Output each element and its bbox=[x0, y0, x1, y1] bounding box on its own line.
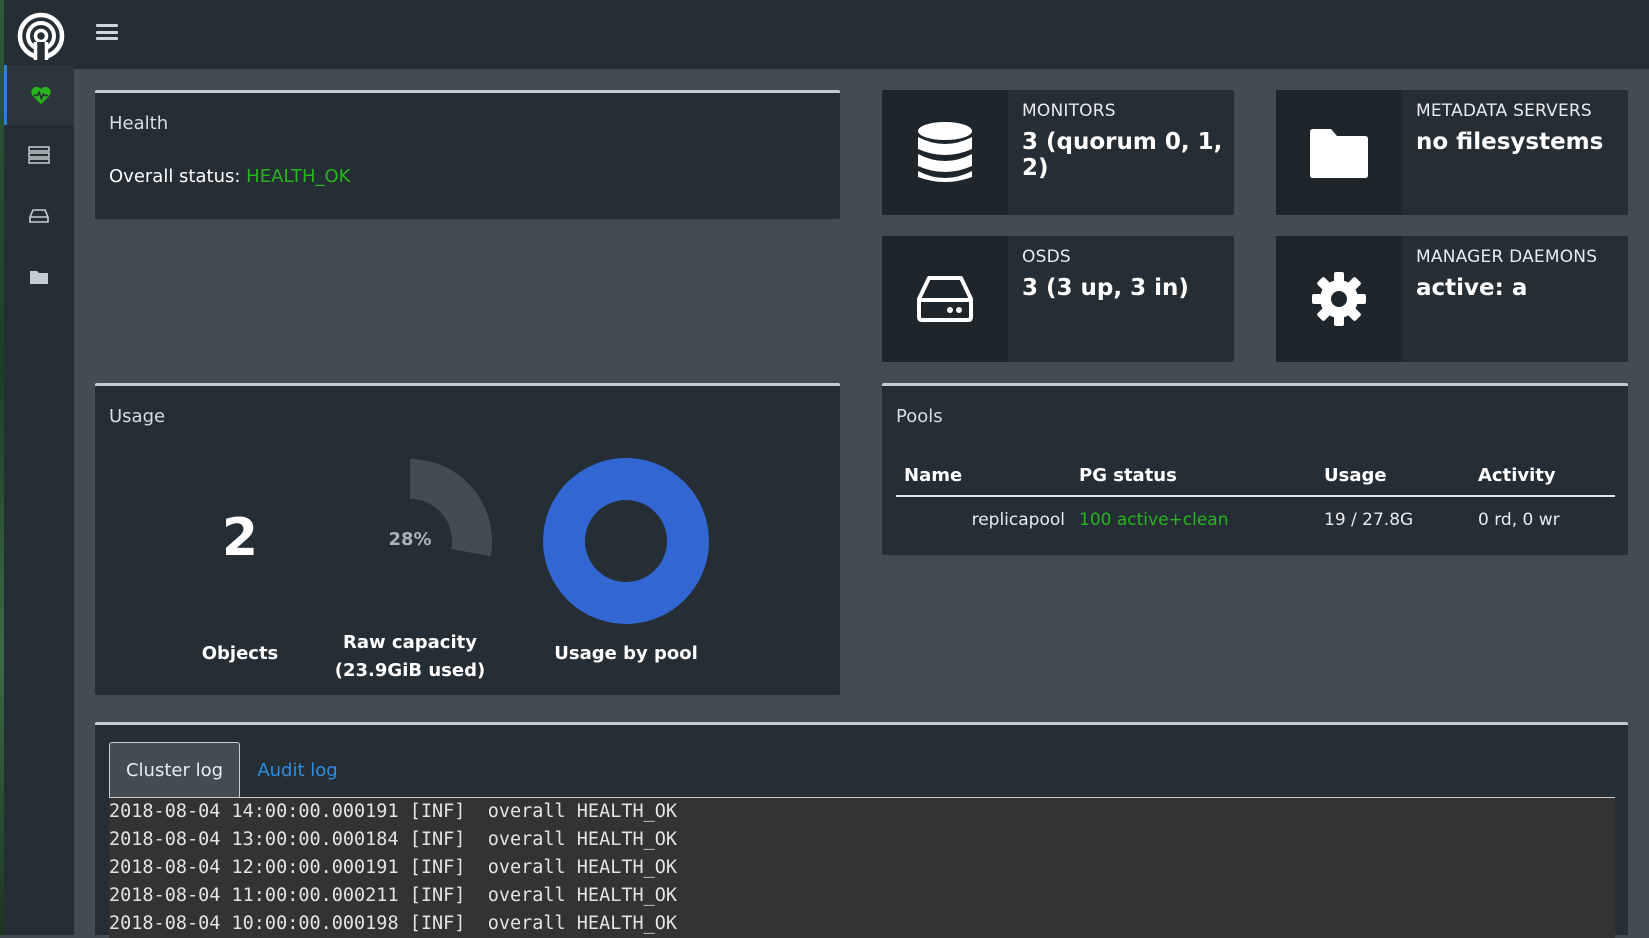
pools-table: Name PG status Usage Activity replicapoo… bbox=[896, 456, 1615, 542]
raw-capacity-label-line2: (23.9GiB used) bbox=[334, 660, 486, 681]
gear-icon bbox=[1312, 272, 1366, 326]
manager-daemons-card[interactable]: MANAGER DAEMONS active: a bbox=[1276, 236, 1628, 362]
column-header[interactable]: PG status bbox=[1079, 456, 1324, 496]
column-header[interactable]: Activity bbox=[1478, 456, 1615, 496]
usage-by-pool-label: Usage by pool bbox=[554, 643, 698, 664]
monitors-icon-box bbox=[882, 90, 1008, 215]
pools-panel: Pools Name PG status Usage Activity repl… bbox=[882, 383, 1628, 555]
pools-header-row: Name PG status Usage Activity bbox=[896, 456, 1615, 496]
panel-title: Pools bbox=[896, 406, 943, 427]
usage-by-pool-donut bbox=[543, 458, 709, 624]
log-line: 2018-08-04 12:00:00.000191 [INF] overall… bbox=[109, 857, 678, 878]
hdd-icon bbox=[917, 276, 973, 322]
managers-value: active: a bbox=[1416, 275, 1528, 301]
log-line: 2018-08-04 11:00:00.000211 [INF] overall… bbox=[109, 885, 678, 906]
column-header[interactable]: Name bbox=[896, 456, 1079, 496]
logs-panel: Cluster log Audit log 2018-08-04 14:00:0… bbox=[95, 722, 1628, 938]
tab-audit-log[interactable]: Audit log bbox=[245, 742, 350, 798]
metadata-servers-card[interactable]: METADATA SERVERS no filesystems bbox=[1276, 90, 1628, 215]
panel-title: Usage bbox=[109, 406, 166, 427]
column-header[interactable]: Usage bbox=[1324, 456, 1478, 496]
monitors-label: MONITORS bbox=[1022, 101, 1116, 121]
metadata-icon-box bbox=[1276, 90, 1402, 215]
sidebar-item-hosts[interactable] bbox=[4, 125, 74, 185]
sidebar-item-health[interactable] bbox=[4, 65, 74, 125]
hamburger-icon[interactable] bbox=[96, 24, 118, 44]
pool-slice-replicapool bbox=[543, 458, 709, 624]
server-icon bbox=[28, 146, 50, 164]
panel-title: Health bbox=[109, 113, 169, 134]
tab-cluster-log[interactable]: Cluster log bbox=[109, 742, 240, 798]
table-row[interactable]: replicapool 100 active+clean 19 / 27.8G … bbox=[896, 496, 1615, 542]
objects-label: Objects bbox=[201, 643, 279, 664]
raw-capacity-percent: 28% bbox=[388, 529, 432, 550]
osds-value: 3 (3 up, 3 in) bbox=[1022, 275, 1189, 301]
pool-activity: 0 rd, 0 wr bbox=[1478, 509, 1560, 530]
pool-usage: 19 / 27.8G bbox=[1324, 509, 1414, 530]
pool-pg-status: 100 active+clean bbox=[1079, 509, 1229, 530]
managers-label: MANAGER DAEMONS bbox=[1416, 247, 1598, 267]
log-line: 2018-08-04 14:00:00.000191 [INF] overall… bbox=[109, 801, 678, 822]
log-line: 2018-08-04 13:00:00.000184 [INF] overall… bbox=[109, 829, 678, 850]
sidebar bbox=[4, 65, 74, 935]
database-icon bbox=[918, 121, 972, 182]
ceph-logo-icon[interactable] bbox=[16, 12, 66, 62]
heartbeat-icon bbox=[30, 86, 51, 105]
health-panel: Health Overall status: HEALTH_OK bbox=[95, 90, 840, 219]
sidebar-item-osds[interactable] bbox=[4, 186, 74, 246]
overall-status: Overall status: HEALTH_OK bbox=[109, 166, 350, 187]
raw-capacity-label: Raw capacity (23.9GiB used) bbox=[310, 629, 510, 685]
top-navbar bbox=[4, 0, 1649, 69]
status-value: HEALTH_OK bbox=[246, 166, 351, 187]
sidebar-item-filesystems[interactable] bbox=[4, 247, 74, 307]
log-line: 2018-08-04 10:00:00.000198 [INF] overall… bbox=[109, 913, 678, 934]
log-content: 2018-08-04 14:00:00.000191 [INF] overall… bbox=[109, 798, 1615, 938]
monitors-card[interactable]: MONITORS 3 (quorum 0, 1, 2) bbox=[882, 90, 1234, 215]
osds-card[interactable]: OSDS 3 (3 up, 3 in) bbox=[882, 236, 1234, 362]
osds-label: OSDS bbox=[1022, 247, 1071, 267]
status-label: Overall status: bbox=[109, 166, 241, 187]
hdd-icon bbox=[29, 209, 49, 223]
folder-icon bbox=[30, 271, 48, 284]
monitors-value: 3 (quorum 0, 1, 2) bbox=[1022, 129, 1223, 181]
osds-icon-box bbox=[882, 236, 1008, 362]
pool-name: replicapool bbox=[971, 509, 1065, 530]
usage-panel: Usage 2 Objects 28% Raw capacity (23.9Gi… bbox=[95, 383, 840, 695]
metadata-label: METADATA SERVERS bbox=[1416, 101, 1592, 121]
objects-count: 2 bbox=[221, 508, 259, 568]
folder-icon bbox=[1310, 128, 1368, 178]
managers-icon-box bbox=[1276, 236, 1402, 362]
metadata-value: no filesystems bbox=[1416, 129, 1604, 155]
raw-capacity-label-line1: Raw capacity bbox=[343, 632, 477, 653]
